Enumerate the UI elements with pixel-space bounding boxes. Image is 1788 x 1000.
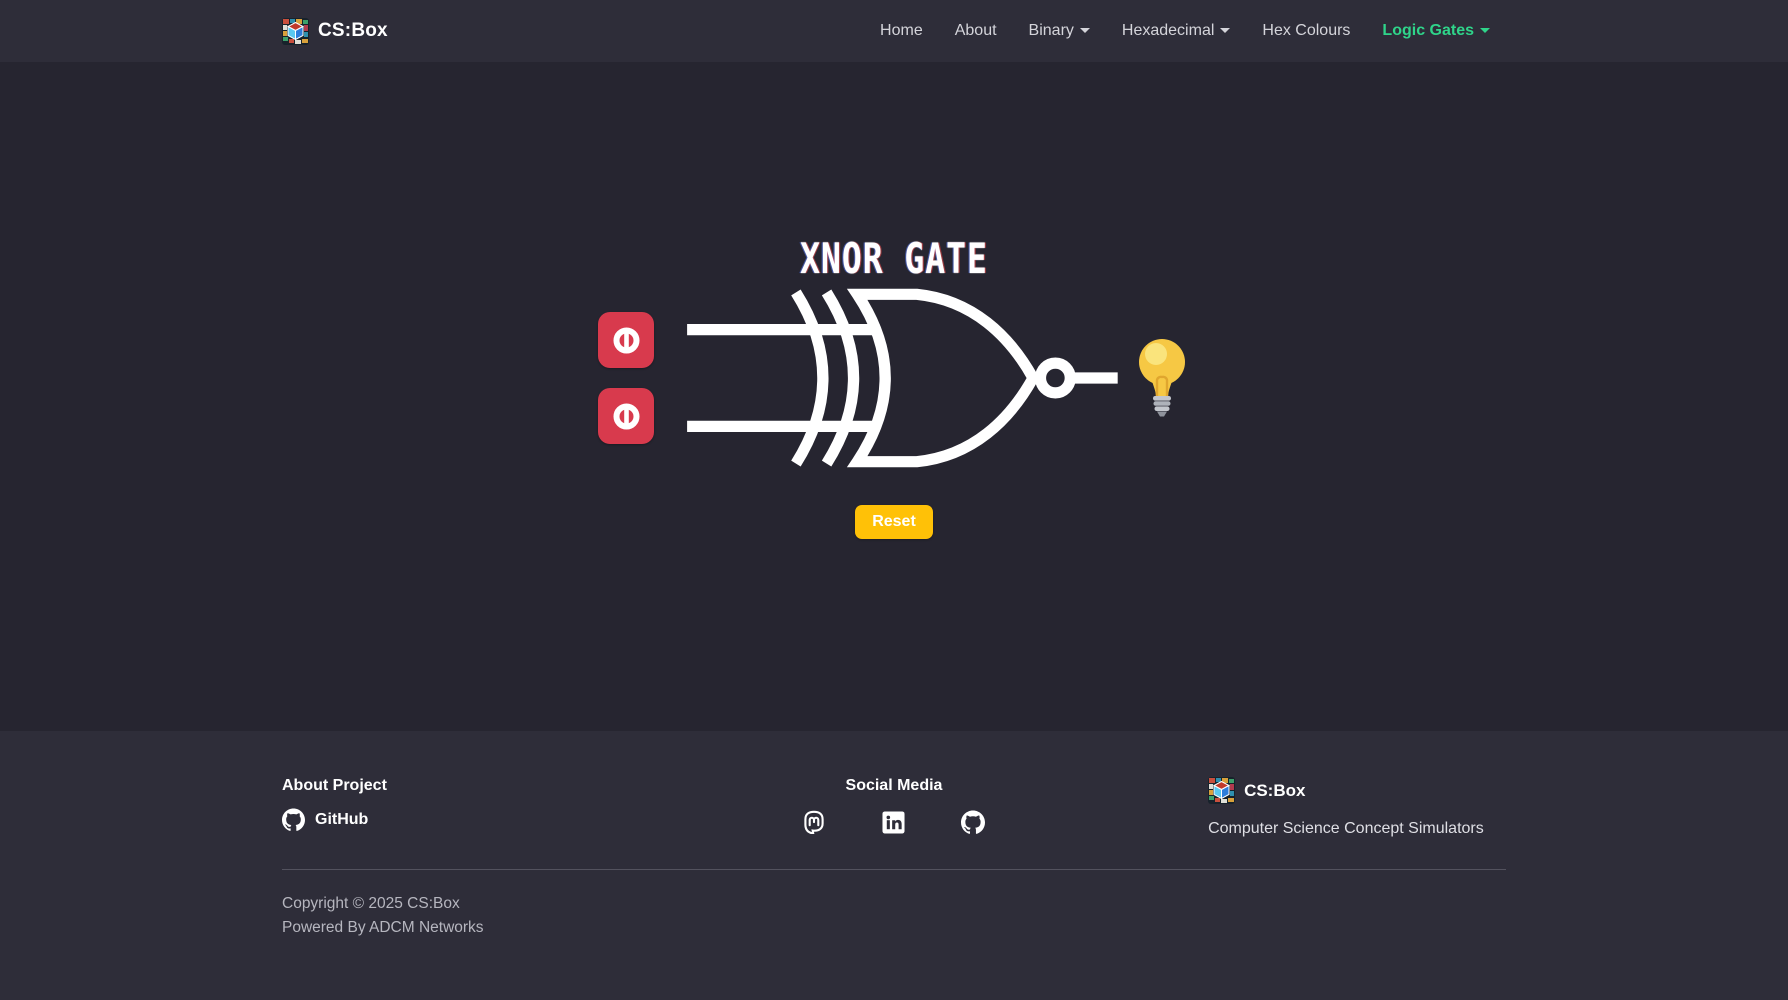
csbox-logo-icon bbox=[1208, 777, 1235, 804]
github-icon bbox=[282, 808, 305, 831]
chevron-down-icon bbox=[1080, 28, 1090, 33]
footer: About Project GitHub Social Media bbox=[0, 731, 1788, 1000]
navbar: CS:Box Home About Binary Hexadecimal Hex… bbox=[0, 0, 1788, 62]
nav-item-hex-colours[interactable]: Hex Colours bbox=[1246, 14, 1366, 48]
gate-diagram bbox=[0, 285, 1788, 471]
reset-button[interactable]: Reset bbox=[855, 505, 933, 539]
powered-by-text: Powered By ADCM Networks bbox=[282, 916, 1506, 940]
nav-item-logic-gates-dropdown[interactable]: Logic Gates bbox=[1366, 14, 1506, 48]
footer-brand: CS:Box Computer Science Concept Simulato… bbox=[1102, 777, 1506, 838]
xnor-gate-icon bbox=[682, 285, 1120, 471]
mastodon-icon[interactable] bbox=[802, 810, 826, 839]
github-link[interactable]: GitHub bbox=[282, 808, 686, 831]
about-project-heading: About Project bbox=[282, 777, 686, 795]
social-media-heading: Social Media bbox=[846, 777, 943, 795]
input-toggles bbox=[598, 312, 654, 444]
nav-item-home[interactable]: Home bbox=[864, 14, 939, 48]
footer-tagline: Computer Science Concept Simulators bbox=[1208, 820, 1484, 838]
nav-links: Home About Binary Hexadecimal Hex Colour… bbox=[864, 14, 1506, 48]
nav-item-hexadecimal-dropdown[interactable]: Hexadecimal bbox=[1106, 14, 1246, 48]
github-icon[interactable] bbox=[961, 810, 985, 839]
footer-about-project: About Project GitHub bbox=[282, 777, 686, 831]
input-a-toggle-button[interactable] bbox=[598, 312, 654, 368]
footer-brand-name: CS:Box bbox=[1244, 781, 1305, 801]
input-b-toggle-button[interactable] bbox=[598, 388, 654, 444]
footer-divider bbox=[282, 869, 1506, 870]
lightbulb-on-icon bbox=[1134, 336, 1190, 420]
footer-social-media: Social Media bbox=[686, 777, 1102, 839]
zero-power-icon bbox=[611, 325, 642, 356]
nav-item-about[interactable]: About bbox=[939, 14, 1013, 48]
csbox-logo-icon bbox=[282, 18, 309, 45]
brand[interactable]: CS:Box bbox=[282, 18, 388, 45]
page-title: XNOR GATE bbox=[0, 62, 1788, 283]
zero-power-icon bbox=[611, 401, 642, 432]
copyright-text: Copyright © 2025 CS:Box bbox=[282, 892, 1506, 916]
reset-row: Reset bbox=[0, 505, 1788, 539]
github-link-label: GitHub bbox=[315, 811, 368, 829]
chevron-down-icon bbox=[1480, 28, 1490, 33]
chevron-down-icon bbox=[1220, 28, 1230, 33]
nav-item-binary-dropdown[interactable]: Binary bbox=[1013, 14, 1106, 48]
brand-name: CS:Box bbox=[318, 20, 388, 42]
linkedin-icon[interactable] bbox=[882, 811, 905, 839]
simulator-page: XNOR GATE bbox=[0, 62, 1788, 731]
